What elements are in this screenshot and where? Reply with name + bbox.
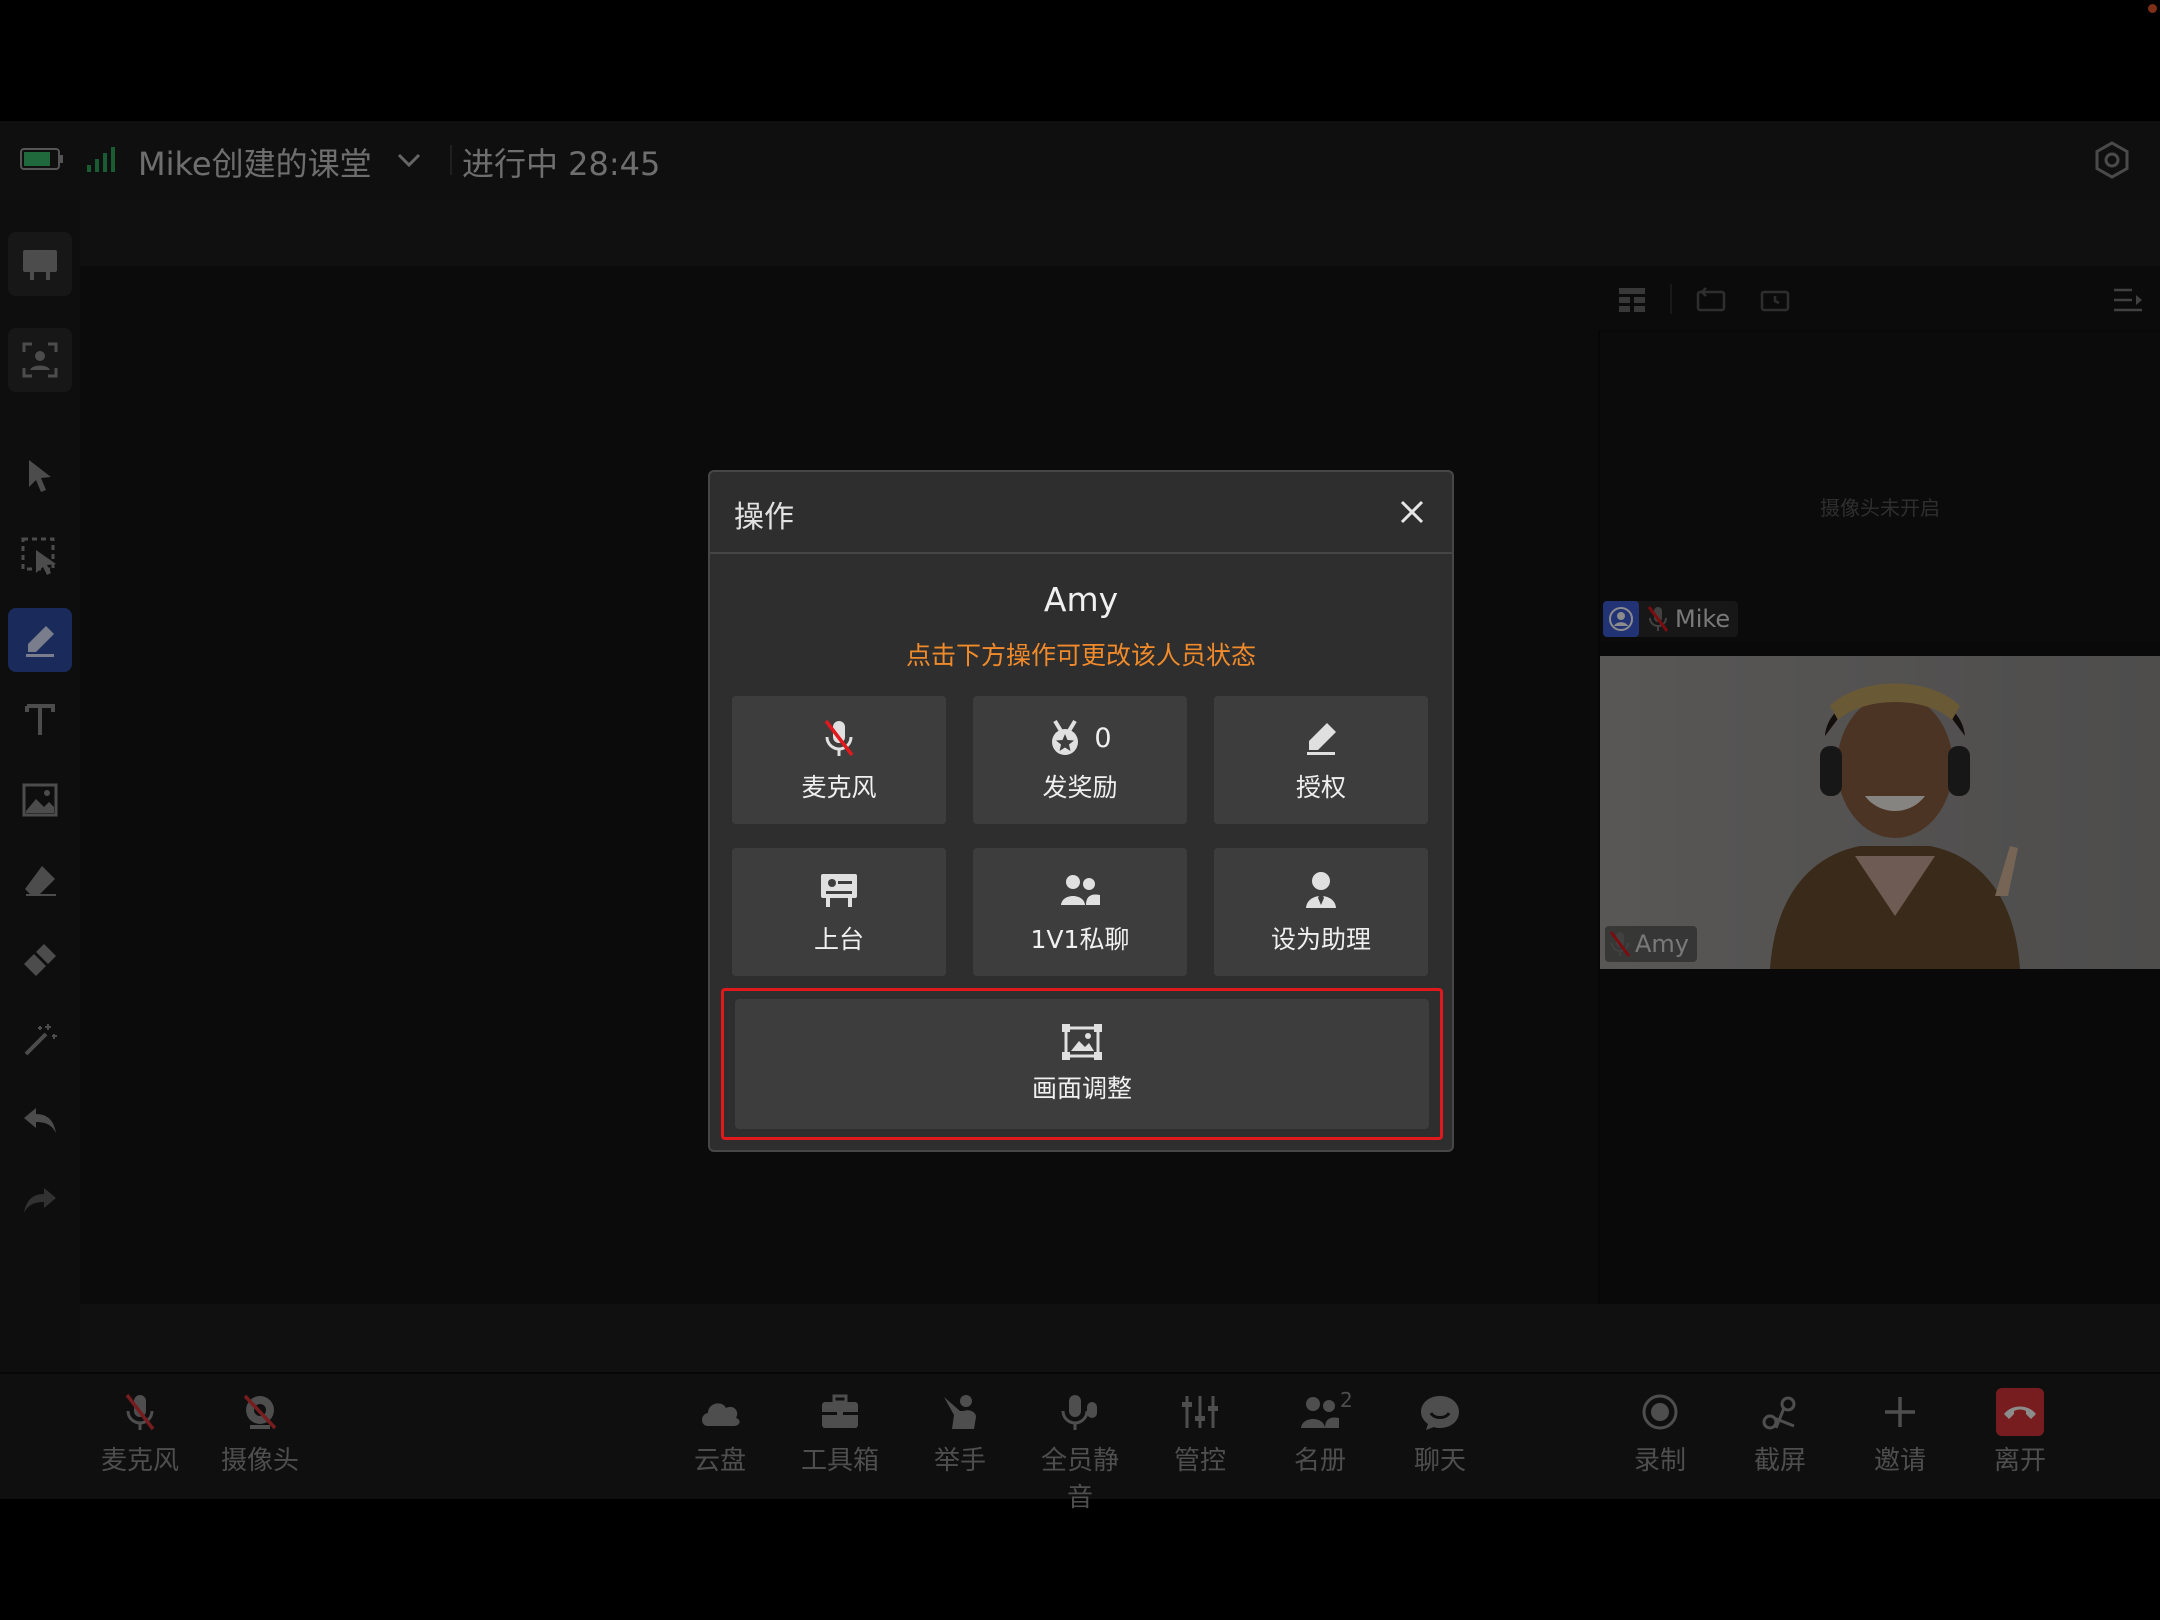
action-dialog: 操作 Amy 点击下方操作可更改该人员状态 麦克风 0 发奖励 授权 上台 1V… bbox=[708, 470, 1454, 1152]
action-reward-button[interactable]: 0 发奖励 bbox=[973, 696, 1187, 824]
participant-name: Amy bbox=[1043, 580, 1119, 619]
action-stage-button[interactable]: 上台 bbox=[732, 848, 946, 976]
action-mic-button[interactable]: 麦克风 bbox=[732, 696, 946, 824]
action-private-chat-label: 1V1私聊 bbox=[1030, 925, 1130, 954]
adjust-view-label: 画面调整 bbox=[1031, 1074, 1132, 1103]
mic-off-icon bbox=[822, 716, 856, 760]
podium-icon bbox=[818, 868, 860, 912]
action-assistant-label: 设为助理 bbox=[1270, 925, 1371, 954]
dialog-title: 操作 bbox=[734, 500, 794, 535]
action-stage-label: 上台 bbox=[813, 925, 864, 954]
action-assistant-button[interactable]: 设为助理 bbox=[1214, 848, 1428, 976]
medal-icon bbox=[1048, 719, 1082, 757]
dialog-hint: 点击下方操作可更改该人员状态 bbox=[905, 641, 1256, 670]
people-icon bbox=[1059, 868, 1101, 912]
adjust-view-button[interactable]: 画面调整 bbox=[735, 999, 1429, 1129]
pen-icon bbox=[1303, 716, 1339, 760]
reward-indicator: 0 bbox=[1048, 716, 1112, 760]
highlight-box: 画面调整 bbox=[721, 988, 1443, 1140]
assistant-icon bbox=[1304, 868, 1338, 912]
action-mic-label: 麦克风 bbox=[801, 773, 877, 802]
action-authorize-button[interactable]: 授权 bbox=[1214, 696, 1428, 824]
action-authorize-label: 授权 bbox=[1295, 773, 1346, 802]
picture-adjust-icon bbox=[1061, 1023, 1103, 1061]
action-reward-label: 发奖励 bbox=[1042, 773, 1118, 802]
action-private-chat-button[interactable]: 1V1私聊 bbox=[973, 848, 1187, 976]
close-icon[interactable] bbox=[1394, 494, 1430, 530]
dialog-header: 操作 bbox=[710, 472, 1452, 554]
reward-count: 0 bbox=[1094, 722, 1112, 754]
